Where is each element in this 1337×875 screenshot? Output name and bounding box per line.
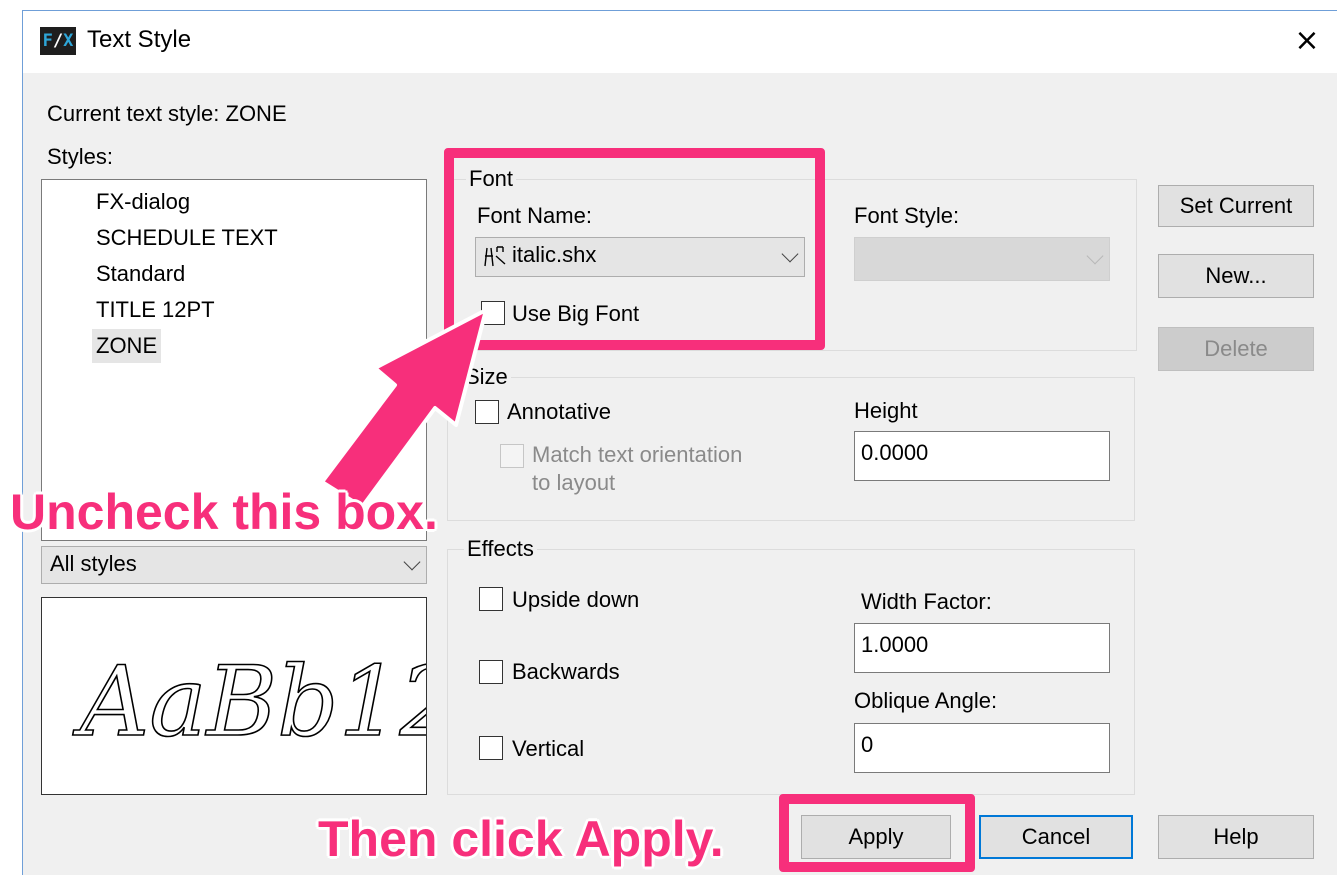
annotation-arrow [320, 308, 488, 509]
apply-callout: Then click Apply. [318, 811, 724, 867]
uncheck-callout: Uncheck this box. [10, 484, 438, 540]
